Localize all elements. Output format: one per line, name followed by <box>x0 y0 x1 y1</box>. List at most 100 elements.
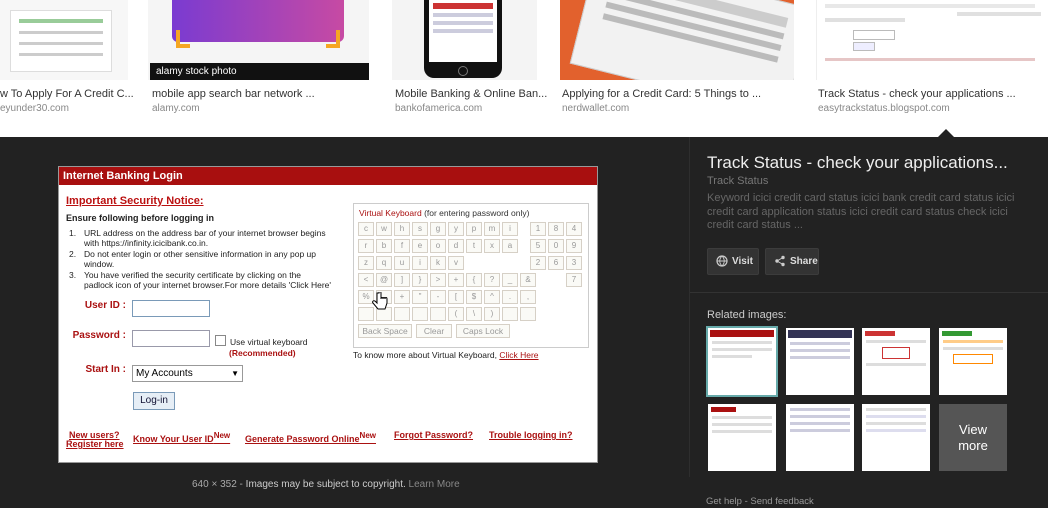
vk-key[interactable]: k <box>430 256 446 270</box>
forgot-password-link[interactable]: Forgot Password? <box>394 430 473 440</box>
register-here-link[interactable]: Register here <box>66 439 124 449</box>
virtual-keyboard-checkbox[interactable] <box>215 335 226 346</box>
vk-key[interactable]: x <box>484 239 500 253</box>
view-more-button[interactable]: View more <box>939 404 1007 471</box>
vk-key[interactable]: + <box>394 290 410 304</box>
vk-key[interactable]: @ <box>376 273 392 287</box>
send-feedback-link[interactable]: Send feedback <box>750 496 813 507</box>
vk-key[interactable]: p <box>466 222 482 236</box>
preview-image[interactable]: Internet Banking Login Important Securit… <box>58 166 598 463</box>
vk-digit-key[interactable]: 3 <box>566 256 582 270</box>
vk-key[interactable]: f <box>394 239 410 253</box>
vk-key[interactable]: _ <box>502 273 518 287</box>
related-image[interactable] <box>862 404 930 471</box>
vk-key[interactable]: u <box>394 256 410 270</box>
vk-key[interactable]: b <box>376 239 392 253</box>
vk-digit-key[interactable]: 5 <box>530 239 546 253</box>
vk-key[interactable]: y <box>448 222 464 236</box>
result-thumb-5[interactable] <box>816 0 1048 80</box>
vk-key[interactable]: c <box>358 222 374 236</box>
result-title-2[interactable]: mobile app search bar network ... <box>152 88 315 100</box>
caps-lock-key[interactable]: Caps Lock <box>456 324 510 338</box>
vk-key[interactable]: g <box>430 222 446 236</box>
panel-title[interactable]: Track Status - check your applications..… <box>707 153 1008 173</box>
vk-key[interactable]: . <box>502 290 518 304</box>
share-button[interactable]: Share <box>765 248 819 275</box>
vk-digit-key[interactable]: 6 <box>548 256 564 270</box>
related-image[interactable] <box>939 328 1007 395</box>
vk-key[interactable]: i <box>502 222 518 236</box>
related-image[interactable] <box>786 328 854 395</box>
vk-key[interactable]: \ <box>466 307 482 321</box>
vk-key[interactable]: ) <box>484 307 500 321</box>
vk-key[interactable]: m <box>484 222 500 236</box>
vk-key[interactable]: $ <box>466 290 482 304</box>
vk-key[interactable]: { <box>466 273 482 287</box>
vk-key[interactable]: s <box>412 222 428 236</box>
get-help-link[interactable]: Get help <box>706 496 742 507</box>
vk-key[interactable] <box>520 307 536 321</box>
vk-key[interactable]: < <box>358 273 374 287</box>
related-image[interactable] <box>708 404 776 471</box>
vk-key[interactable]: q <box>376 256 392 270</box>
learn-more-link[interactable]: Learn More <box>409 479 460 490</box>
vk-key[interactable]: w <box>376 222 392 236</box>
vk-key[interactable]: & <box>520 273 536 287</box>
generate-password-link[interactable]: Generate Password OnlineNew <box>245 431 376 444</box>
user-id-input[interactable] <box>132 300 210 317</box>
result-thumb-2[interactable]: alamy stock photo <box>148 0 369 80</box>
result-title-3[interactable]: Mobile Banking & Online Ban... <box>395 88 547 100</box>
vk-key[interactable]: t <box>466 239 482 253</box>
vk-key[interactable]: z <box>358 256 374 270</box>
vk-key[interactable] <box>430 307 446 321</box>
vk-key[interactable]: } <box>412 273 428 287</box>
login-button[interactable]: Log-in <box>133 392 175 410</box>
vk-key[interactable]: > <box>430 273 446 287</box>
back-space-key[interactable]: Back Space <box>358 324 412 338</box>
vk-digit-key[interactable]: 4 <box>566 222 582 236</box>
vk-key[interactable]: o <box>430 239 446 253</box>
visit-button[interactable]: Visit <box>707 248 759 275</box>
image-dimensions: 640 × 352 <box>192 479 237 490</box>
vk-key[interactable]: ^ <box>484 290 500 304</box>
result-title-1[interactable]: w To Apply For A Credit C... <box>0 88 134 100</box>
vk-key[interactable]: v <box>448 256 464 270</box>
vk-key[interactable]: ( <box>448 307 464 321</box>
vk-key[interactable]: e <box>412 239 428 253</box>
vk-click-here-link[interactable]: Click Here <box>499 350 538 360</box>
know-user-id-link[interactable]: Know Your User IDNew <box>133 431 230 444</box>
vk-key[interactable]: h <box>394 222 410 236</box>
result-title-4[interactable]: Applying for a Credit Card: 5 Things to … <box>562 88 761 100</box>
start-in-select[interactable]: My Accounts ▼ <box>132 365 243 382</box>
vk-digit-key[interactable]: 8 <box>548 222 564 236</box>
vk-digit-key[interactable]: 1 <box>530 222 546 236</box>
vk-key[interactable]: a <box>502 239 518 253</box>
related-image[interactable] <box>862 328 930 395</box>
vk-key[interactable]: ] <box>394 273 410 287</box>
clear-key[interactable]: Clear <box>416 324 452 338</box>
vk-key[interactable]: - <box>430 290 446 304</box>
password-input[interactable] <box>132 330 210 347</box>
trouble-logging-in-link[interactable]: Trouble logging in? <box>489 430 573 440</box>
vk-digit-key[interactable]: 9 <box>566 239 582 253</box>
result-thumb-4[interactable] <box>560 0 794 80</box>
vk-digit-key[interactable]: 2 <box>530 256 546 270</box>
related-image[interactable] <box>706 326 778 397</box>
result-thumb-1[interactable] <box>0 0 128 80</box>
vk-key[interactable] <box>394 307 410 321</box>
result-thumb-3[interactable] <box>392 0 537 80</box>
vk-key[interactable]: d <box>448 239 464 253</box>
vk-key[interactable] <box>502 307 518 321</box>
vk-key[interactable]: [ <box>448 290 464 304</box>
vk-key[interactable]: i <box>412 256 428 270</box>
related-image[interactable] <box>786 404 854 471</box>
vk-digit-key[interactable]: 0 <box>548 239 564 253</box>
vk-key[interactable]: ? <box>484 273 500 287</box>
vk-key[interactable]: + <box>448 273 464 287</box>
result-title-5[interactable]: Track Status - check your applications .… <box>818 88 1016 100</box>
vk-key[interactable]: , <box>520 290 536 304</box>
vk-digit-key[interactable]: 7 <box>566 273 582 287</box>
vk-key[interactable] <box>412 307 428 321</box>
vk-key[interactable]: " <box>412 290 428 304</box>
vk-key[interactable]: r <box>358 239 374 253</box>
